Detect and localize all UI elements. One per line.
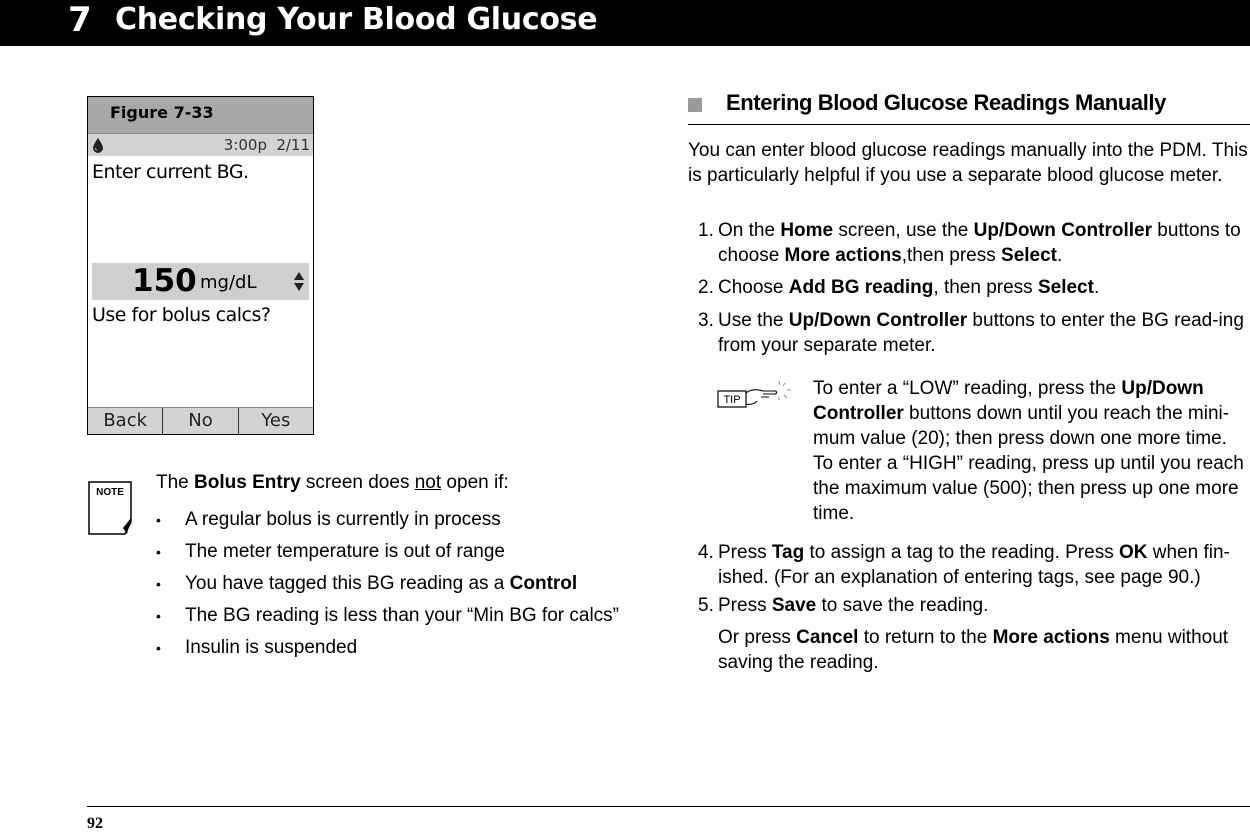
page-number: 92 <box>87 815 103 832</box>
step-5: 5. Press Save to save the reading. <box>698 595 989 616</box>
bg-unit: mg/dL <box>200 272 257 293</box>
device-question: Use for bolus calcs? <box>92 304 271 326</box>
up-down-arrows-icon[interactable] <box>293 271 305 293</box>
tip-text: To enter a “LOW” reading, press the Up/D… <box>813 378 1244 524</box>
chapter-header: 7 Checking Your Blood Glucose <box>0 0 1250 46</box>
softkey-back[interactable]: Back <box>88 408 162 434</box>
section-heading: Entering Blood Glucose Readings Manually <box>688 88 1250 125</box>
note-intro: The Bolus Entry screen does not open if: <box>156 472 509 493</box>
chapter-number: 7 <box>68 0 92 40</box>
note-list: A regular bolus is currently in process … <box>156 504 619 664</box>
step-3: 3. Use the Up/Down Controller buttons to… <box>698 310 1244 356</box>
bg-value: 150 <box>132 263 197 299</box>
status-date: 2/11 <box>276 136 310 154</box>
note-list-item: A regular bolus is currently in process <box>156 504 619 536</box>
tip-pointing-hand-icon: TIP <box>717 380 791 408</box>
step-4: 4. Press Tag to assign a tag to the read… <box>698 542 1230 588</box>
tip-icon-label: TIP <box>723 394 740 406</box>
footer-rule <box>87 806 1250 807</box>
device-prompt: Enter current BG. <box>92 161 249 183</box>
figure-caption: Figure 7-33 <box>110 103 214 122</box>
square-bullet-icon <box>688 98 702 112</box>
device-status-bar: 3:00p 2/11 <box>88 133 313 156</box>
blood-drop-icon <box>93 138 103 153</box>
note-list-item: Insulin is suspended <box>156 632 619 664</box>
softkey-yes[interactable]: Yes <box>237 408 313 434</box>
figure-caption-bar: Figure 7-33 <box>88 97 313 133</box>
pdm-screen-figure: Figure 7-33 3:00p 2/11 Enter current BG.… <box>87 96 314 435</box>
note-list-item: You have tagged this BG reading as a Con… <box>156 568 619 600</box>
section-heading-text: Entering Blood Glucose Readings Manually <box>726 90 1166 115</box>
note-icon-label: NOTE <box>96 487 124 498</box>
note-icon: NOTE <box>88 481 132 535</box>
note-list-item: The meter temperature is out of range <box>156 536 619 568</box>
section-intro: You can enter blood glucose readings man… <box>688 140 1248 186</box>
note-list-item: The BG reading is less than your “Min BG… <box>156 600 619 632</box>
chapter-title: Checking Your Blood Glucose <box>115 2 598 37</box>
softkey-no[interactable]: No <box>162 408 237 434</box>
bg-value-field[interactable]: 150 mg/dL <box>92 263 309 300</box>
status-time: 3:00p <box>223 136 267 154</box>
step-5-alternative: Or press Cancel to return to the More ac… <box>718 627 1229 673</box>
softkey-bar: Back No Yes <box>88 407 313 434</box>
step-2: 2. Choose Add BG reading, then press Sel… <box>698 277 1100 298</box>
step-1: 1. On the Home screen, use the Up/Down C… <box>698 220 1241 266</box>
